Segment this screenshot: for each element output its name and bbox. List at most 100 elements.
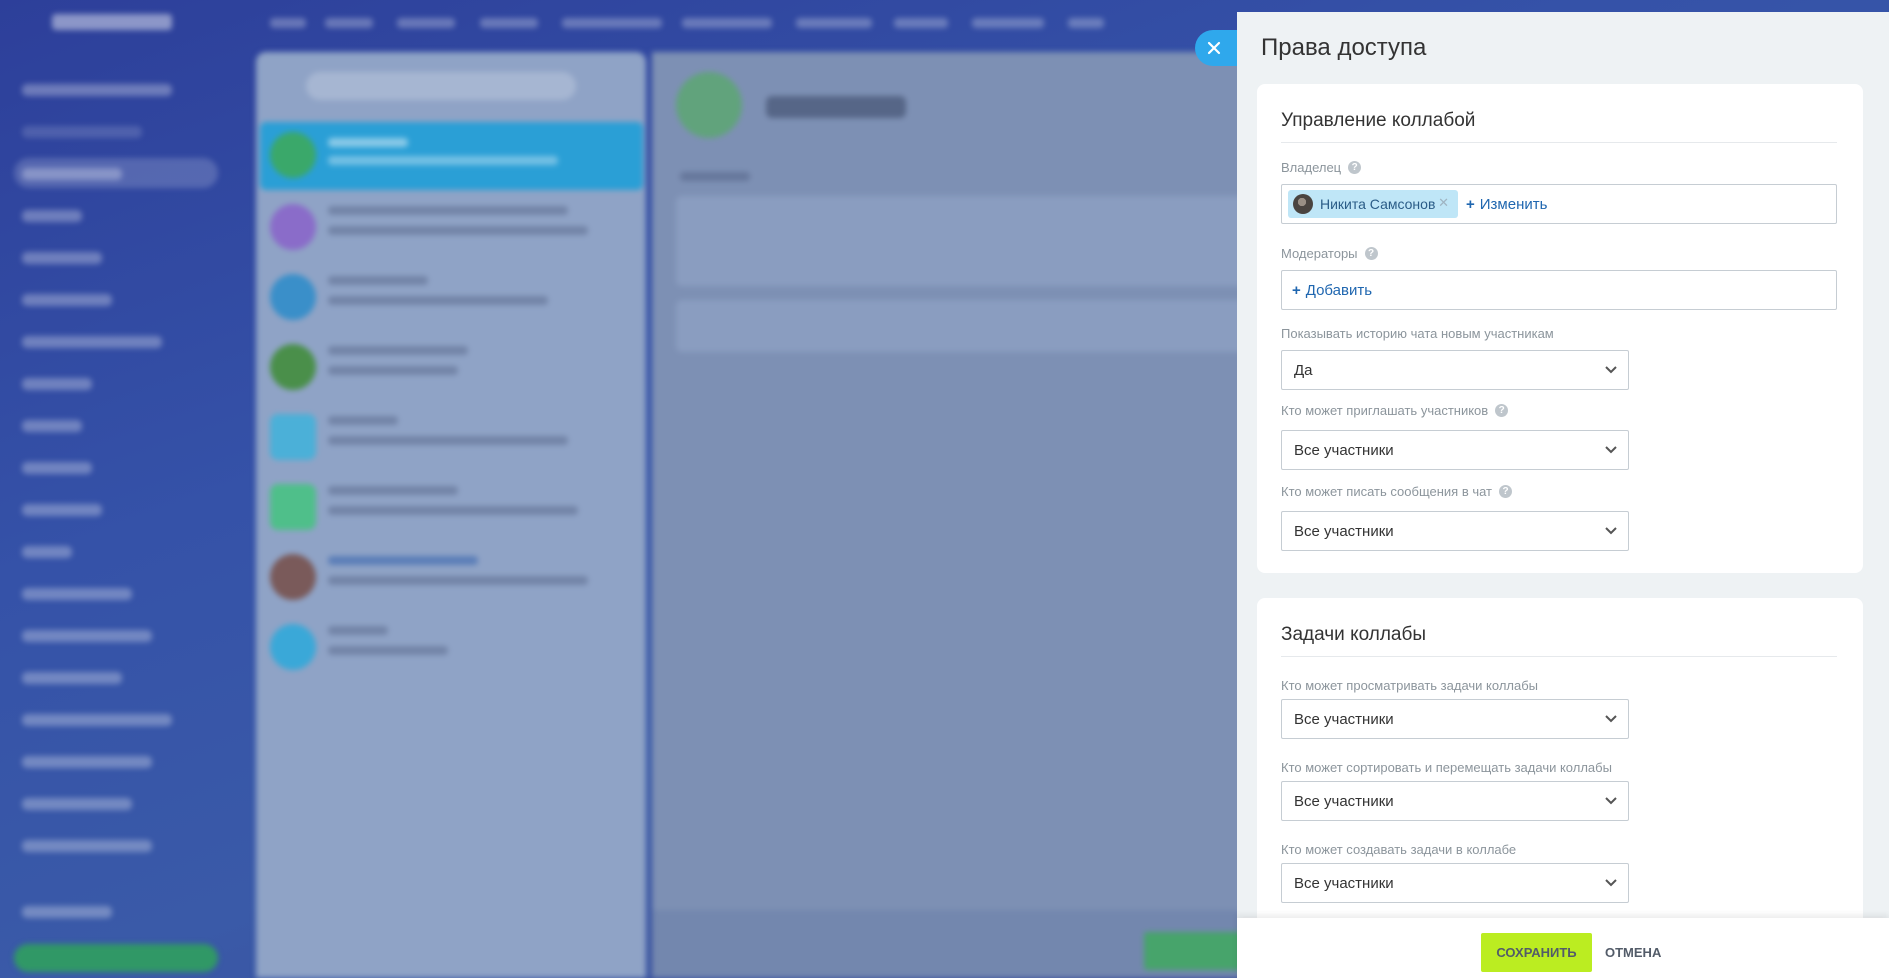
background-top-item — [270, 18, 306, 28]
background-chat-line — [328, 436, 568, 445]
background-sidebar-item — [22, 504, 102, 516]
background-chat-avatar — [270, 554, 316, 600]
background-chat-line — [328, 346, 468, 355]
history-select-value: Да — [1294, 362, 1313, 379]
background-chat-line — [328, 576, 588, 585]
owner-label: Владелец ? — [1281, 160, 1362, 175]
view-tasks-select[interactable]: Все участники — [1281, 699, 1629, 739]
background-sidebar — [0, 48, 252, 978]
write-label: Кто может писать сообщения в чат ? — [1281, 484, 1513, 499]
panel-footer: СОХРАНИТЬ ОТМЕНА — [1237, 918, 1889, 978]
background-main-line — [680, 172, 750, 181]
background-chat-line — [328, 416, 398, 425]
background-top-item — [562, 18, 662, 28]
chevron-down-icon — [1605, 797, 1617, 805]
background-sidebar-item — [22, 210, 82, 222]
background-chat-avatar — [270, 624, 316, 670]
background-sidebar-item — [22, 588, 132, 600]
background-top-item — [325, 18, 373, 28]
create-tasks-label: Кто может создавать задачи в коллабе — [1281, 842, 1516, 857]
background-sidebar-item — [22, 336, 162, 348]
background-chat-line — [328, 138, 408, 147]
background-chat-line — [328, 486, 458, 495]
background-main-title — [766, 96, 906, 118]
view-tasks-select-value: Все участники — [1294, 711, 1394, 728]
background-sidebar-item — [22, 84, 172, 96]
plus-icon: + — [1466, 196, 1475, 213]
background-sidebar-item — [22, 378, 92, 390]
cancel-button[interactable]: ОТМЕНА — [1605, 933, 1661, 972]
owner-name: Никита Самсонов — [1320, 196, 1436, 212]
background-chat-line — [328, 556, 478, 565]
background-sidebar-item — [22, 756, 152, 768]
write-select[interactable]: Все участники — [1281, 511, 1629, 551]
plus-icon: + — [1292, 282, 1301, 299]
help-icon[interactable]: ? — [1495, 404, 1509, 417]
history-label: Показывать историю чата новым участникам — [1281, 326, 1554, 341]
sort-tasks-label-text: Кто может сортировать и перемещать задач… — [1281, 760, 1612, 775]
background-chat-line — [328, 276, 428, 285]
background-sidebar-item — [22, 462, 92, 474]
background-top-item — [894, 18, 948, 28]
background-main-card — [676, 196, 1256, 286]
save-button[interactable]: СОХРАНИТЬ — [1481, 933, 1592, 972]
owner-chip: Никита Самсонов ✕ — [1288, 190, 1458, 218]
background-sidebar-item — [22, 294, 112, 306]
history-select[interactable]: Да — [1281, 350, 1629, 390]
history-label-text: Показывать историю чата новым участникам — [1281, 326, 1554, 341]
background-chat-search — [306, 72, 576, 100]
owner-label-text: Владелец — [1281, 160, 1342, 175]
write-select-value: Все участники — [1294, 523, 1394, 540]
section-divider — [1281, 656, 1837, 657]
background-chat-line — [328, 646, 448, 655]
background-main-card — [676, 300, 1256, 352]
view-tasks-label-text: Кто может просматривать задачи коллабы — [1281, 678, 1539, 693]
background-chat-avatar — [270, 274, 316, 320]
background-sidebar-item — [22, 126, 142, 138]
background-chat-line — [328, 156, 558, 165]
change-owner-button[interactable]: + Изменить — [1466, 196, 1547, 213]
invite-label-text: Кто может приглашать участников — [1281, 403, 1489, 418]
background-chat-line — [328, 626, 388, 635]
help-icon[interactable]: ? — [1499, 485, 1513, 498]
create-tasks-select[interactable]: Все участники — [1281, 863, 1629, 903]
moderators-label-text: Модераторы — [1281, 246, 1358, 261]
background-top-item — [796, 18, 872, 28]
background-chat-avatar — [270, 344, 316, 390]
background-chat-line — [328, 506, 578, 515]
chevron-down-icon — [1605, 366, 1617, 374]
background-main-avatar — [676, 72, 742, 138]
sort-tasks-select[interactable]: Все участники — [1281, 781, 1629, 821]
moderators-field[interactable]: + Добавить — [1281, 270, 1837, 310]
remove-owner-icon[interactable]: ✕ — [1438, 195, 1449, 211]
background-main-area — [652, 52, 1252, 978]
background-sidebar-item — [22, 420, 82, 432]
background-top-item — [682, 18, 772, 28]
background-top-item — [1068, 18, 1104, 28]
help-icon[interactable]: ? — [1348, 161, 1362, 174]
background-sidebar-item — [22, 840, 152, 852]
owner-field[interactable]: Никита Самсонов ✕ + Изменить — [1281, 184, 1837, 224]
add-moderator-button[interactable]: + Добавить — [1292, 282, 1372, 299]
background-sidebar-item — [22, 252, 102, 264]
background-chat-avatar — [270, 204, 316, 250]
background-sidebar-item — [22, 546, 72, 558]
background-sidebar-item — [22, 630, 152, 642]
close-panel-button[interactable] — [1195, 30, 1241, 66]
background-top-item — [397, 18, 455, 28]
sort-tasks-label: Кто может сортировать и перемещать задач… — [1281, 760, 1612, 775]
help-icon[interactable]: ? — [1364, 247, 1378, 260]
background-logo — [52, 14, 172, 30]
management-card: Управление коллабой Владелец ? Никита Са… — [1257, 84, 1863, 573]
invite-label: Кто может приглашать участников ? — [1281, 403, 1509, 418]
create-tasks-select-value: Все участники — [1294, 875, 1394, 892]
background-sidebar-item — [22, 168, 122, 180]
chevron-down-icon — [1605, 446, 1617, 454]
sort-tasks-select-value: Все участники — [1294, 793, 1394, 810]
background-top-item — [972, 18, 1044, 28]
management-section-title: Управление коллабой — [1281, 110, 1476, 131]
background-sidebar-item — [22, 714, 172, 726]
access-rights-panel: Права доступа Управление коллабой Владел… — [1237, 12, 1889, 978]
invite-select[interactable]: Все участники — [1281, 430, 1629, 470]
avatar — [1293, 194, 1313, 214]
